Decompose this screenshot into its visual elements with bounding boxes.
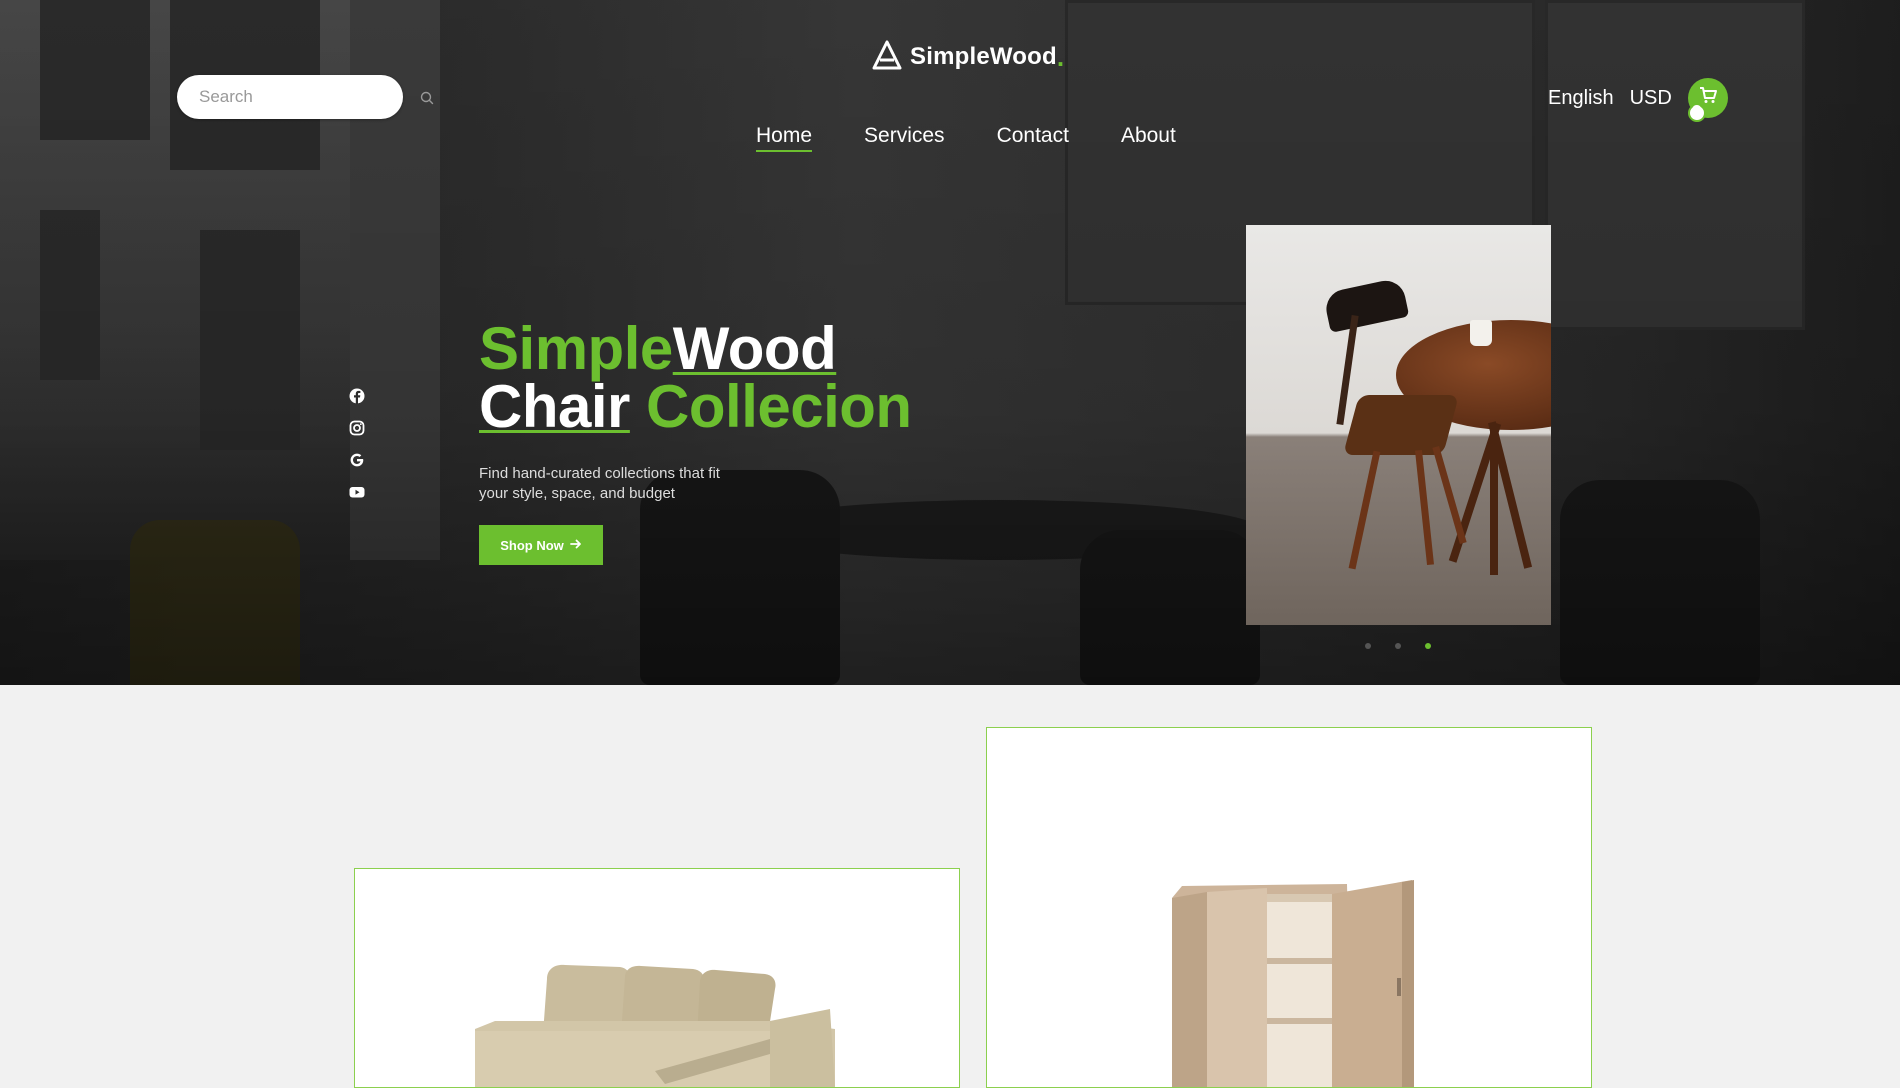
photo-mug [1470,320,1492,346]
product-card-cabinet[interactable] [986,727,1592,1088]
search-bar[interactable] [177,75,434,119]
logo-dot: . [1056,41,1065,72]
search-input[interactable] [199,87,420,107]
logo-text: SimpleWood [910,43,1057,70]
instagram-icon[interactable] [349,420,365,436]
search-icon[interactable] [420,90,434,105]
arrow-right-icon [569,538,582,553]
main-nav: Home Services Contact About [756,124,1176,152]
hero-headline: SimpleWood Chair Collecion [479,319,912,437]
logo-icon [872,40,902,74]
nav-home[interactable]: Home [756,124,813,152]
cart-count-badge: 0 [1687,102,1706,124]
nav-contact[interactable]: Contact [997,124,1069,152]
hero-chair-photo [1246,225,1551,625]
language-selector[interactable]: English [1548,87,1614,110]
slider-dot[interactable] [1365,643,1371,649]
google-icon[interactable] [349,452,365,468]
photo-chair-back [1322,277,1410,333]
site-logo[interactable]: SimpleWood. [872,40,1064,74]
headline-collection: Collecion [646,373,912,440]
hero-subtitle: Find hand-curated collections that fit y… [479,465,720,502]
headline-wood: Wood [672,315,837,382]
slider-dot[interactable] [1395,643,1401,649]
shop-now-button[interactable]: Shop Now [479,525,603,565]
slider-dots [1365,643,1431,649]
social-links [349,388,365,500]
headline-chair: Chair [479,373,630,440]
cart-button[interactable]: 0 [1687,78,1728,124]
utility-bar: English USD 0 [1548,78,1728,124]
sofa-image [475,964,835,1087]
currency-selector[interactable]: USD [1630,87,1672,110]
facebook-icon[interactable] [349,388,365,404]
youtube-icon[interactable] [349,484,365,500]
cabinet-image [1172,880,1414,1087]
slider-dot-active[interactable] [1425,643,1431,649]
nav-services[interactable]: Services [864,124,945,152]
headline-simple: Simple [479,315,673,382]
product-card-sofa[interactable] [354,868,960,1088]
nav-about[interactable]: About [1121,124,1176,152]
hero-section: SimpleWood. Home Services Contact About … [0,0,1900,685]
photo-chair-seat [1342,395,1460,455]
shop-now-label: Shop Now [500,537,564,553]
